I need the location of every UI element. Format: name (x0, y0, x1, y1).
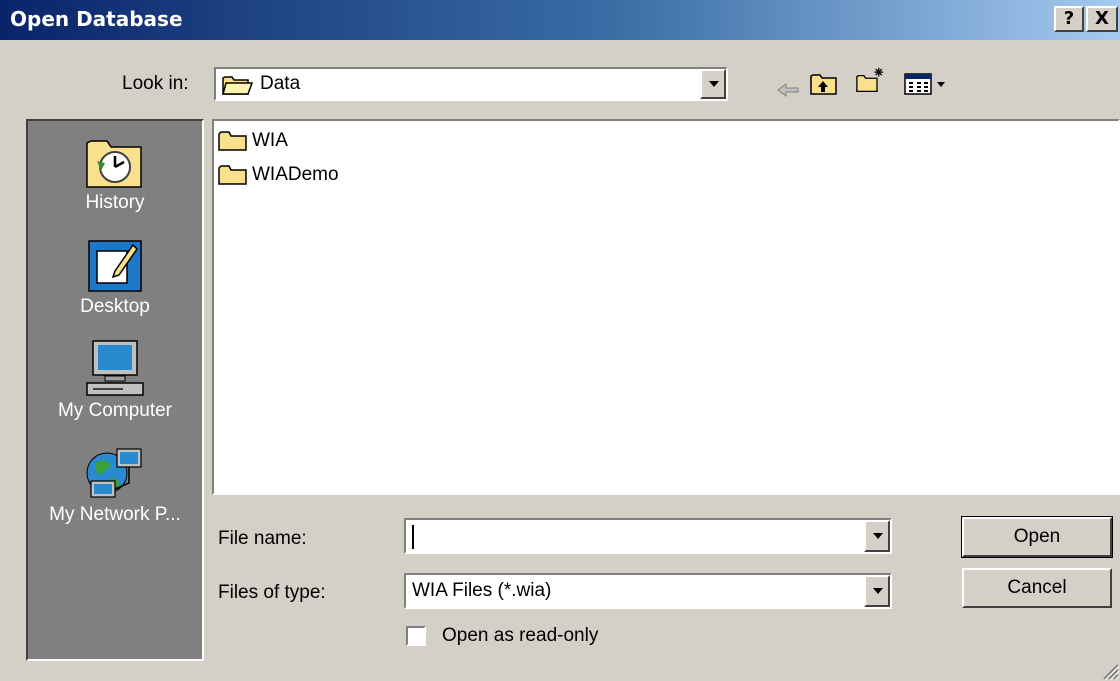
file-list[interactable]: WIA WIADemo (212, 119, 1120, 495)
open-folder-icon (222, 76, 254, 95)
cancel-button[interactable]: Cancel (962, 568, 1112, 608)
new-folder-icon[interactable] (852, 66, 888, 94)
file-name-input[interactable] (412, 524, 860, 548)
my-network-places-icon (86, 448, 142, 498)
place-label: History (85, 192, 145, 213)
read-only-checkbox[interactable] (406, 626, 426, 646)
help-button[interactable]: ? (1054, 6, 1084, 32)
resize-grip-icon[interactable] (1098, 659, 1120, 681)
file-name: WIADemo (252, 164, 339, 185)
folder-icon (218, 165, 247, 185)
place-desktop[interactable]: Desktop (28, 235, 202, 319)
title-bar[interactable]: Open Database ? X (0, 0, 1120, 40)
file-name-combobox[interactable] (404, 518, 892, 554)
file-name: WIA (252, 130, 288, 151)
file-type-value: WIA Files (*.wia) (412, 580, 552, 601)
my-computer-icon (86, 340, 144, 396)
place-label: Desktop (80, 296, 150, 317)
file-name-dropdown-button[interactable] (864, 520, 890, 552)
list-item[interactable]: WIADemo (218, 161, 339, 189)
place-my-network-places[interactable]: My Network P... (28, 443, 202, 527)
back-arrow-icon[interactable] (776, 76, 800, 104)
dialog-title: Open Database (10, 7, 183, 31)
folder-icon (218, 131, 247, 151)
file-type-combobox[interactable]: WIA Files (*.wia) (404, 573, 892, 609)
open-button[interactable]: Open (961, 516, 1113, 558)
list-item[interactable]: WIA (218, 127, 288, 155)
place-label: My Computer (57, 400, 173, 421)
places-bar: History Desktop My Computer My Network P… (26, 119, 204, 661)
file-name-label: File name: (218, 528, 307, 549)
file-type-dropdown-button[interactable] (864, 575, 890, 607)
look-in-dropdown-button[interactable] (700, 69, 726, 99)
read-only-label[interactable]: Open as read-only (442, 624, 598, 648)
view-menu-icon[interactable] (902, 70, 950, 98)
file-type-label: Files of type: (218, 582, 326, 603)
open-database-dialog: Open Database ? X Look in: Data History … (0, 0, 1120, 681)
look-in-label: Look in: (122, 73, 189, 94)
desktop-icon (88, 240, 142, 292)
look-in-value: Data (260, 73, 301, 94)
look-in-combobox[interactable]: Data (214, 67, 728, 101)
place-history[interactable]: History (28, 131, 202, 215)
place-label: My Network P... (49, 504, 181, 525)
close-button[interactable]: X (1086, 6, 1118, 32)
place-my-computer[interactable]: My Computer (28, 339, 202, 423)
text-caret (412, 525, 414, 549)
history-icon (86, 140, 142, 188)
up-one-level-icon[interactable] (808, 70, 840, 98)
